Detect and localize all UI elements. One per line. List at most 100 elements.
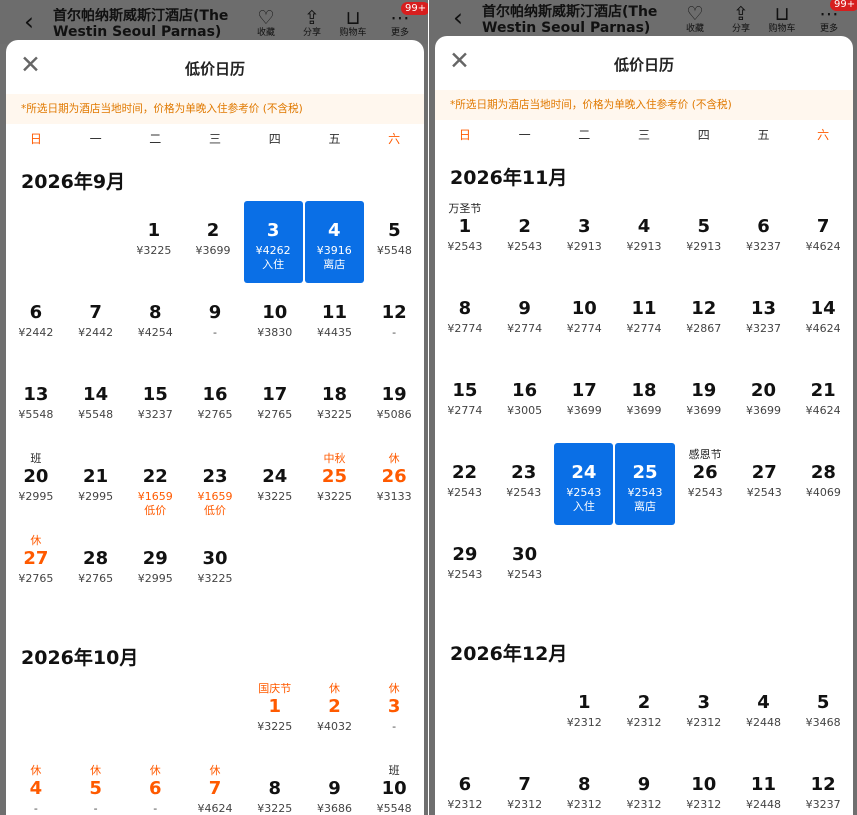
day-price: ¥3830: [257, 326, 293, 339]
day-cell[interactable]: 28 ¥4069: [794, 443, 853, 525]
day-number: 14: [810, 298, 836, 319]
selected-day-cell[interactable]: 25 ¥2543 离店: [615, 443, 675, 525]
day-cell[interactable]: 30 ¥2543: [495, 525, 555, 607]
day-cell[interactable]: 休 26 ¥3133: [364, 447, 424, 529]
day-cell[interactable]: 29 ¥2995: [125, 529, 185, 611]
day-cell[interactable]: 2 ¥2312: [614, 673, 674, 755]
day-cell[interactable]: 3 ¥2312: [674, 673, 734, 755]
day-cell[interactable]: 10 ¥3830: [245, 283, 305, 365]
day-cell[interactable]: 8 ¥4254: [125, 283, 185, 365]
day-cell[interactable]: 15 ¥3237: [125, 365, 185, 447]
day-cell[interactable]: 10 ¥2312: [674, 755, 734, 813]
day-cell[interactable]: 休 7 ¥4624: [185, 759, 245, 815]
day-cell[interactable]: 19 ¥5086: [364, 365, 424, 447]
day-cell[interactable]: 29 ¥2543: [435, 525, 495, 607]
calendar-scroll[interactable]: 2026年11月 万圣节 1 ¥2543 2 ¥2543 3 ¥2913 4 ¥2913 5 ¥291…: [435, 153, 853, 813]
right-screen: ‹ 首尔帕纳斯威斯汀酒店(The Westin Seoul Parnas) ♡ 收…: [429, 0, 857, 815]
day-cell[interactable]: 9 ¥2312: [614, 755, 674, 813]
collect-button[interactable]: ♡ 收藏: [679, 4, 711, 40]
selected-day-cell[interactable]: 3 ¥4262 入住: [243, 201, 303, 283]
day-cell[interactable]: 16 ¥2765: [185, 365, 245, 447]
day-cell[interactable]: 休3 -: [364, 677, 424, 759]
day-cell[interactable]: 5 ¥5548: [365, 201, 424, 283]
day-cell[interactable]: 6 ¥3237: [734, 197, 794, 279]
more-button[interactable]: ⋯ 更多 99+: [813, 0, 857, 40]
day-cell[interactable]: 2 ¥2543: [495, 197, 555, 279]
day-cell[interactable]: 9 ¥3686: [305, 759, 365, 815]
day-cell[interactable]: 6 ¥2312: [435, 755, 495, 813]
day-cell[interactable]: 8 ¥2774: [435, 279, 495, 361]
day-cell[interactable]: 13 ¥5548: [6, 365, 66, 447]
day-cell[interactable]: 10 ¥2774: [554, 279, 614, 361]
back-icon[interactable]: ‹: [453, 5, 463, 30]
day-cell[interactable]: 27 ¥2543: [735, 443, 794, 525]
day-cell[interactable]: 1 ¥2312: [554, 673, 614, 755]
day-cell[interactable]: 5 ¥2913: [674, 197, 734, 279]
day-cell[interactable]: 休5 -: [66, 759, 126, 815]
selected-day-cell[interactable]: 4 ¥3916 离店: [304, 201, 364, 283]
day-cell[interactable]: 1 ¥3225: [124, 201, 183, 283]
day-cell[interactable]: 15 ¥2774: [435, 361, 495, 443]
day-cell[interactable]: 17 ¥3699: [554, 361, 614, 443]
day-cell[interactable]: 休 2 ¥4032: [305, 677, 365, 759]
day-cell[interactable]: 4 ¥2448: [734, 673, 794, 755]
calendar-scroll[interactable]: 2026年9月 1 ¥3225 2 ¥3699 3 ¥4262 入住 4 ¥3916 离店 5 ¥554…: [6, 157, 424, 815]
day-cell[interactable]: 7 ¥4624: [793, 197, 853, 279]
day-cell[interactable]: 16 ¥3005: [495, 361, 555, 443]
cart-button[interactable]: ⊔ 购物车: [766, 4, 798, 40]
back-icon[interactable]: ‹: [24, 9, 34, 34]
day-cell[interactable]: 休6 -: [125, 759, 185, 815]
day-cell[interactable]: 11 ¥4435: [305, 283, 365, 365]
day-cell[interactable]: 22 ¥2543: [435, 443, 494, 525]
day-cell[interactable]: 7 ¥2442: [66, 283, 126, 365]
day-cell[interactable]: 休 27 ¥2765: [6, 529, 66, 611]
day-cell[interactable]: 18 ¥3225: [305, 365, 365, 447]
day-number: 10: [571, 298, 597, 319]
day-cell[interactable]: 28 ¥2765: [66, 529, 126, 611]
day-cell[interactable]: 13 ¥3237: [734, 279, 794, 361]
day-cell[interactable]: 17 ¥2765: [245, 365, 305, 447]
day-cell[interactable]: 21 ¥4624: [793, 361, 853, 443]
day-cell[interactable]: 12 ¥2867: [674, 279, 734, 361]
cart-button[interactable]: ⊔ 购物车: [337, 8, 369, 44]
day-cell[interactable]: 9 ¥2774: [495, 279, 555, 361]
day-cell[interactable]: 2 ¥3699: [183, 201, 242, 283]
day-cell[interactable]: 万圣节 1 ¥2543: [435, 197, 495, 279]
day-cell[interactable]: 中秋 25 ¥3225: [305, 447, 365, 529]
day-cell[interactable]: 国庆节 1 ¥3225: [245, 677, 305, 759]
day-cell[interactable]: 感恩节 26 ¥2543: [676, 443, 735, 525]
day-cell[interactable]: 11 ¥2448: [734, 755, 794, 813]
day-cell[interactable]: 6 ¥2442: [6, 283, 66, 365]
day-cell[interactable]: 23 ¥1659 低价: [185, 447, 245, 529]
day-cell[interactable]: 23 ¥2543: [494, 443, 553, 525]
day-cell[interactable]: 20 ¥3699: [734, 361, 794, 443]
day-cell[interactable]: 班 10 ¥5548: [364, 759, 424, 815]
day-cell[interactable]: 8 ¥3225: [245, 759, 305, 815]
day-price: ¥4624: [805, 404, 841, 417]
day-cell[interactable]: 21 ¥2995: [66, 447, 126, 529]
day-cell[interactable]: 19 ¥3699: [674, 361, 734, 443]
day-cell[interactable]: 12 ¥3237: [793, 755, 853, 813]
day-cell[interactable]: 12 -: [364, 283, 424, 365]
share-button[interactable]: ⇪ 分享: [296, 8, 328, 44]
day-cell[interactable]: 11 ¥2774: [614, 279, 674, 361]
day-cell[interactable]: 8 ¥2312: [554, 755, 614, 813]
collect-button[interactable]: ♡ 收藏: [250, 8, 282, 44]
day-cell[interactable]: 24 ¥3225: [245, 447, 305, 529]
day-cell[interactable]: 4 ¥2913: [614, 197, 674, 279]
day-cell[interactable]: 3 ¥2913: [554, 197, 614, 279]
day-cell[interactable]: 5 ¥3468: [793, 673, 853, 755]
day-cell[interactable]: 9-: [185, 283, 245, 365]
more-button[interactable]: ⋯ 更多 99+: [384, 2, 428, 44]
day-cell[interactable]: 班 20 ¥2995: [6, 447, 66, 529]
day-cell[interactable]: 14 ¥4624: [793, 279, 853, 361]
day-cell[interactable]: 7 ¥2312: [495, 755, 555, 813]
day-cell[interactable]: 18 ¥3699: [614, 361, 674, 443]
day-cell[interactable]: 14 ¥5548: [66, 365, 126, 447]
day-cell[interactable]: 30 ¥3225: [185, 529, 245, 611]
day-cell[interactable]: 休4 -: [6, 759, 66, 815]
share-button[interactable]: ⇪ 分享: [725, 4, 757, 40]
month-title: 2026年12月: [450, 643, 568, 665]
day-cell[interactable]: 22 ¥1659 低价: [125, 447, 185, 529]
selected-day-cell[interactable]: 24 ¥2543 入住: [554, 443, 614, 525]
